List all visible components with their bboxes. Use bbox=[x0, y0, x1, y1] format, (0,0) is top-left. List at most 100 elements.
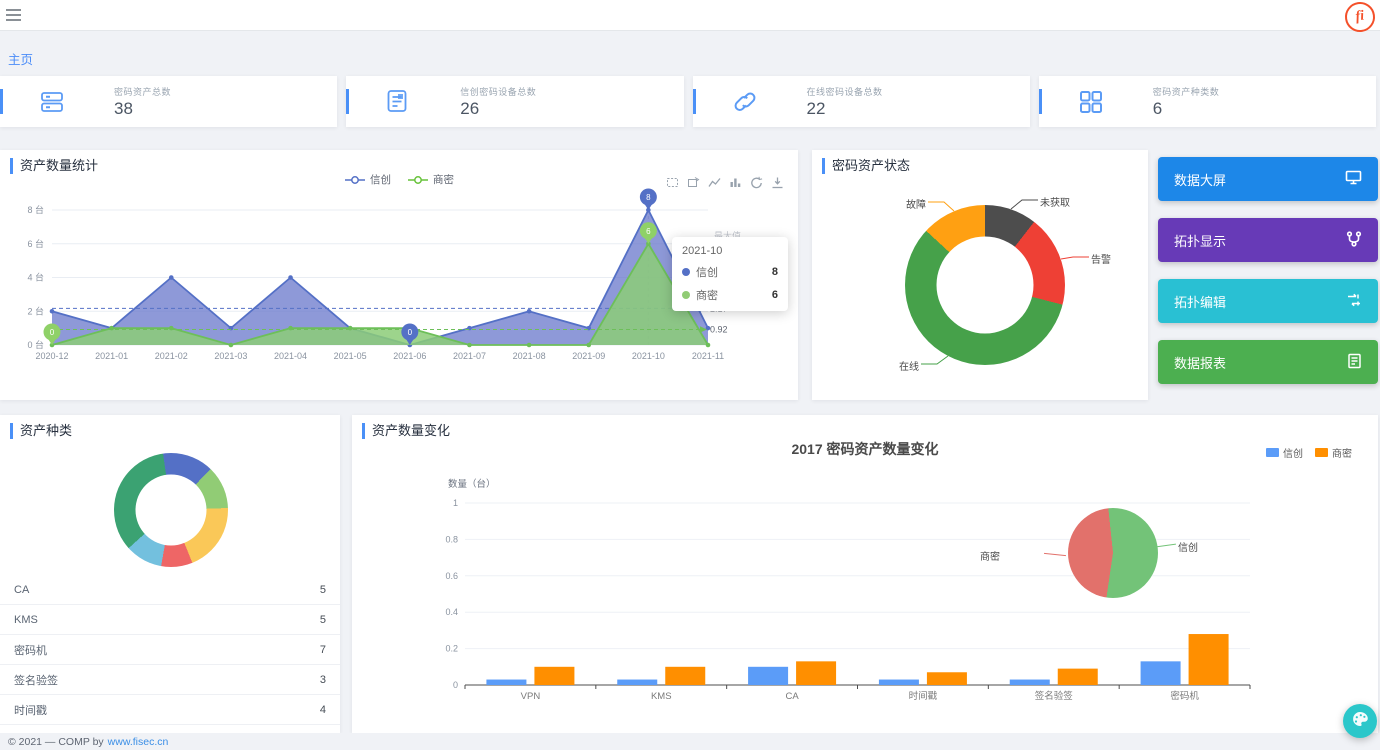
stat-label: 信创密码设备总数 bbox=[460, 85, 536, 98]
svg-text:6: 6 bbox=[646, 227, 651, 236]
svg-text:数量（台）: 数量（台） bbox=[448, 478, 496, 490]
svg-text:0.6: 0.6 bbox=[445, 571, 458, 581]
asset-status-card: 密码资产状态 未获取告警在线 故障 bbox=[812, 150, 1148, 400]
svg-text:6 台: 6 台 bbox=[27, 238, 44, 249]
marquee-zoom-icon[interactable] bbox=[666, 176, 679, 189]
palette-icon bbox=[1351, 710, 1369, 733]
server-icon bbox=[38, 88, 66, 116]
type-list-row: 签名验签3 bbox=[0, 665, 340, 695]
bar-chart: 00.20.40.60.81数量（台）VPNKMSCA时间戳签名验签密码机 bbox=[412, 470, 1362, 715]
svg-text:8 台: 8 台 bbox=[27, 204, 44, 215]
donut-slice-label: 告警 bbox=[1091, 251, 1111, 266]
status-donut-chart bbox=[905, 205, 1065, 365]
asset-type-card: 资产种类 CA5KMS5密码机7签名验签3时间戳4 bbox=[0, 415, 340, 733]
svg-text:CA: CA bbox=[785, 691, 799, 702]
stat-value: 26 bbox=[460, 99, 536, 119]
card-title: 密码资产状态 bbox=[822, 158, 910, 174]
asset-stats-card: 资产数量统计 信创商密 0 台2 台4 台6 台8 台2020-122021-0… bbox=[0, 150, 798, 400]
download-icon[interactable] bbox=[771, 176, 784, 189]
svg-text:0.8: 0.8 bbox=[445, 534, 458, 544]
tooltip-title: 2021-10 bbox=[682, 245, 778, 257]
stat-cards-row: 密码资产总数38信创密码设备总数26在线密码设备总数22密码资产种类数6 bbox=[0, 76, 1376, 127]
svg-text:2021-02: 2021-02 bbox=[155, 351, 188, 361]
svg-text:1: 1 bbox=[453, 498, 458, 508]
type-list-row: CA5 bbox=[0, 575, 340, 605]
bar-chart-icon[interactable] bbox=[729, 176, 742, 189]
svg-text:VPN: VPN bbox=[521, 691, 541, 702]
svg-text:2 台: 2 台 bbox=[27, 305, 44, 316]
topology-icon bbox=[1346, 231, 1362, 250]
stat-label: 密码资产种类数 bbox=[1153, 85, 1220, 98]
theme-fab-button[interactable] bbox=[1343, 704, 1377, 738]
svg-text:2021-09: 2021-09 bbox=[572, 351, 605, 361]
legend-item[interactable]: 信创 bbox=[1266, 445, 1303, 460]
svg-text:2021-11: 2021-11 bbox=[692, 351, 724, 361]
tooltip-row: 信创8 bbox=[682, 264, 778, 280]
fisec-link[interactable]: www.fisec.cn bbox=[108, 736, 169, 748]
svg-text:4 台: 4 台 bbox=[27, 272, 44, 283]
legend-item[interactable]: 商密 bbox=[407, 172, 454, 187]
card-title: 资产种类 bbox=[10, 423, 72, 439]
stat-label: 在线密码设备总数 bbox=[807, 85, 883, 98]
svg-text:密码机: 密码机 bbox=[1170, 690, 1199, 702]
legend-item[interactable]: 商密 bbox=[1315, 445, 1352, 460]
footer: © 2021 — COMP by www.fisec.cn bbox=[0, 733, 1380, 750]
action-label: 拓扑编辑 bbox=[1174, 292, 1226, 311]
area-chart: 0 台 2 台 4 台 6 台 8 台 2020-12 2021-01 2021-02 2021… bbox=[0, 186, 760, 376]
svg-text:2020-12: 2020-12 bbox=[35, 351, 68, 361]
top-navbar: fi bbox=[0, 0, 1380, 31]
svg-text:0: 0 bbox=[50, 328, 55, 337]
pie-slice-label: 信创 bbox=[1178, 539, 1198, 554]
svg-text:8: 8 bbox=[646, 193, 651, 202]
svg-text:2021-01: 2021-01 bbox=[95, 351, 128, 361]
svg-text:2021-07: 2021-07 bbox=[453, 351, 486, 361]
action-label: 数据报表 bbox=[1174, 353, 1226, 372]
donut-slice-label: 故障 bbox=[882, 196, 926, 211]
stat-label: 密码资产总数 bbox=[114, 85, 171, 98]
hamburger-menu-icon[interactable] bbox=[6, 9, 21, 21]
svg-text:2021-05: 2021-05 bbox=[334, 351, 367, 361]
svg-text:时间戳: 时间戳 bbox=[909, 690, 938, 702]
stat-card: 信创密码设备总数26 bbox=[346, 76, 683, 127]
action-button-3[interactable]: 拓扑编辑 bbox=[1158, 279, 1378, 323]
line-chart-icon[interactable] bbox=[708, 176, 721, 189]
chart-toolbox bbox=[666, 176, 784, 189]
card-accent-bar bbox=[1039, 89, 1042, 114]
svg-text:2021-10: 2021-10 bbox=[632, 351, 665, 361]
legend-item[interactable]: 信创 bbox=[344, 172, 391, 187]
stat-card: 密码资产种类数6 bbox=[1039, 76, 1376, 127]
card-title: 资产数量变化 bbox=[362, 423, 450, 439]
svg-text:0 台: 0 台 bbox=[27, 339, 44, 350]
refresh-icon[interactable] bbox=[750, 176, 763, 189]
zoom-reset-icon[interactable] bbox=[687, 176, 700, 189]
type-list-row: KMS5 bbox=[0, 605, 340, 635]
stat-value: 22 bbox=[807, 99, 883, 119]
link-icon bbox=[731, 88, 759, 116]
donut-slice-label: 未获取 bbox=[1040, 194, 1070, 209]
svg-text:KMS: KMS bbox=[651, 691, 672, 702]
svg-text:0: 0 bbox=[453, 680, 458, 690]
action-button-1[interactable]: 数据大屏 bbox=[1158, 157, 1378, 201]
grid-icon bbox=[1077, 88, 1105, 116]
donut-slice-label: 在线 bbox=[875, 358, 919, 373]
asset-change-card: 资产数量变化 2017 密码资产数量变化 信创商密 00.20.40.60.81… bbox=[352, 415, 1378, 733]
card-accent-bar bbox=[0, 89, 3, 114]
svg-text:0: 0 bbox=[408, 328, 413, 337]
inset-pie-chart bbox=[1068, 508, 1158, 598]
card-accent-bar bbox=[693, 89, 696, 114]
fisec-logo[interactable]: fi bbox=[1343, 0, 1377, 34]
svg-text:2021-06: 2021-06 bbox=[393, 351, 426, 361]
type-donut-chart bbox=[114, 453, 228, 567]
copyright-text: © 2021 — COMP by bbox=[8, 736, 104, 748]
document-icon bbox=[384, 88, 412, 116]
action-label: 数据大屏 bbox=[1174, 170, 1226, 189]
action-label: 拓扑显示 bbox=[1174, 231, 1226, 250]
type-list-row: 时间戳4 bbox=[0, 695, 340, 725]
edit-topology-icon bbox=[1346, 292, 1362, 311]
stat-value: 6 bbox=[1153, 99, 1220, 119]
svg-text:签名验签: 签名验签 bbox=[1035, 690, 1074, 702]
breadcrumb-home[interactable]: 主页 bbox=[8, 49, 33, 68]
action-button-2[interactable]: 拓扑显示 bbox=[1158, 218, 1378, 262]
svg-text:2021-04: 2021-04 bbox=[274, 351, 307, 361]
action-button-4[interactable]: 数据报表 bbox=[1158, 340, 1378, 384]
